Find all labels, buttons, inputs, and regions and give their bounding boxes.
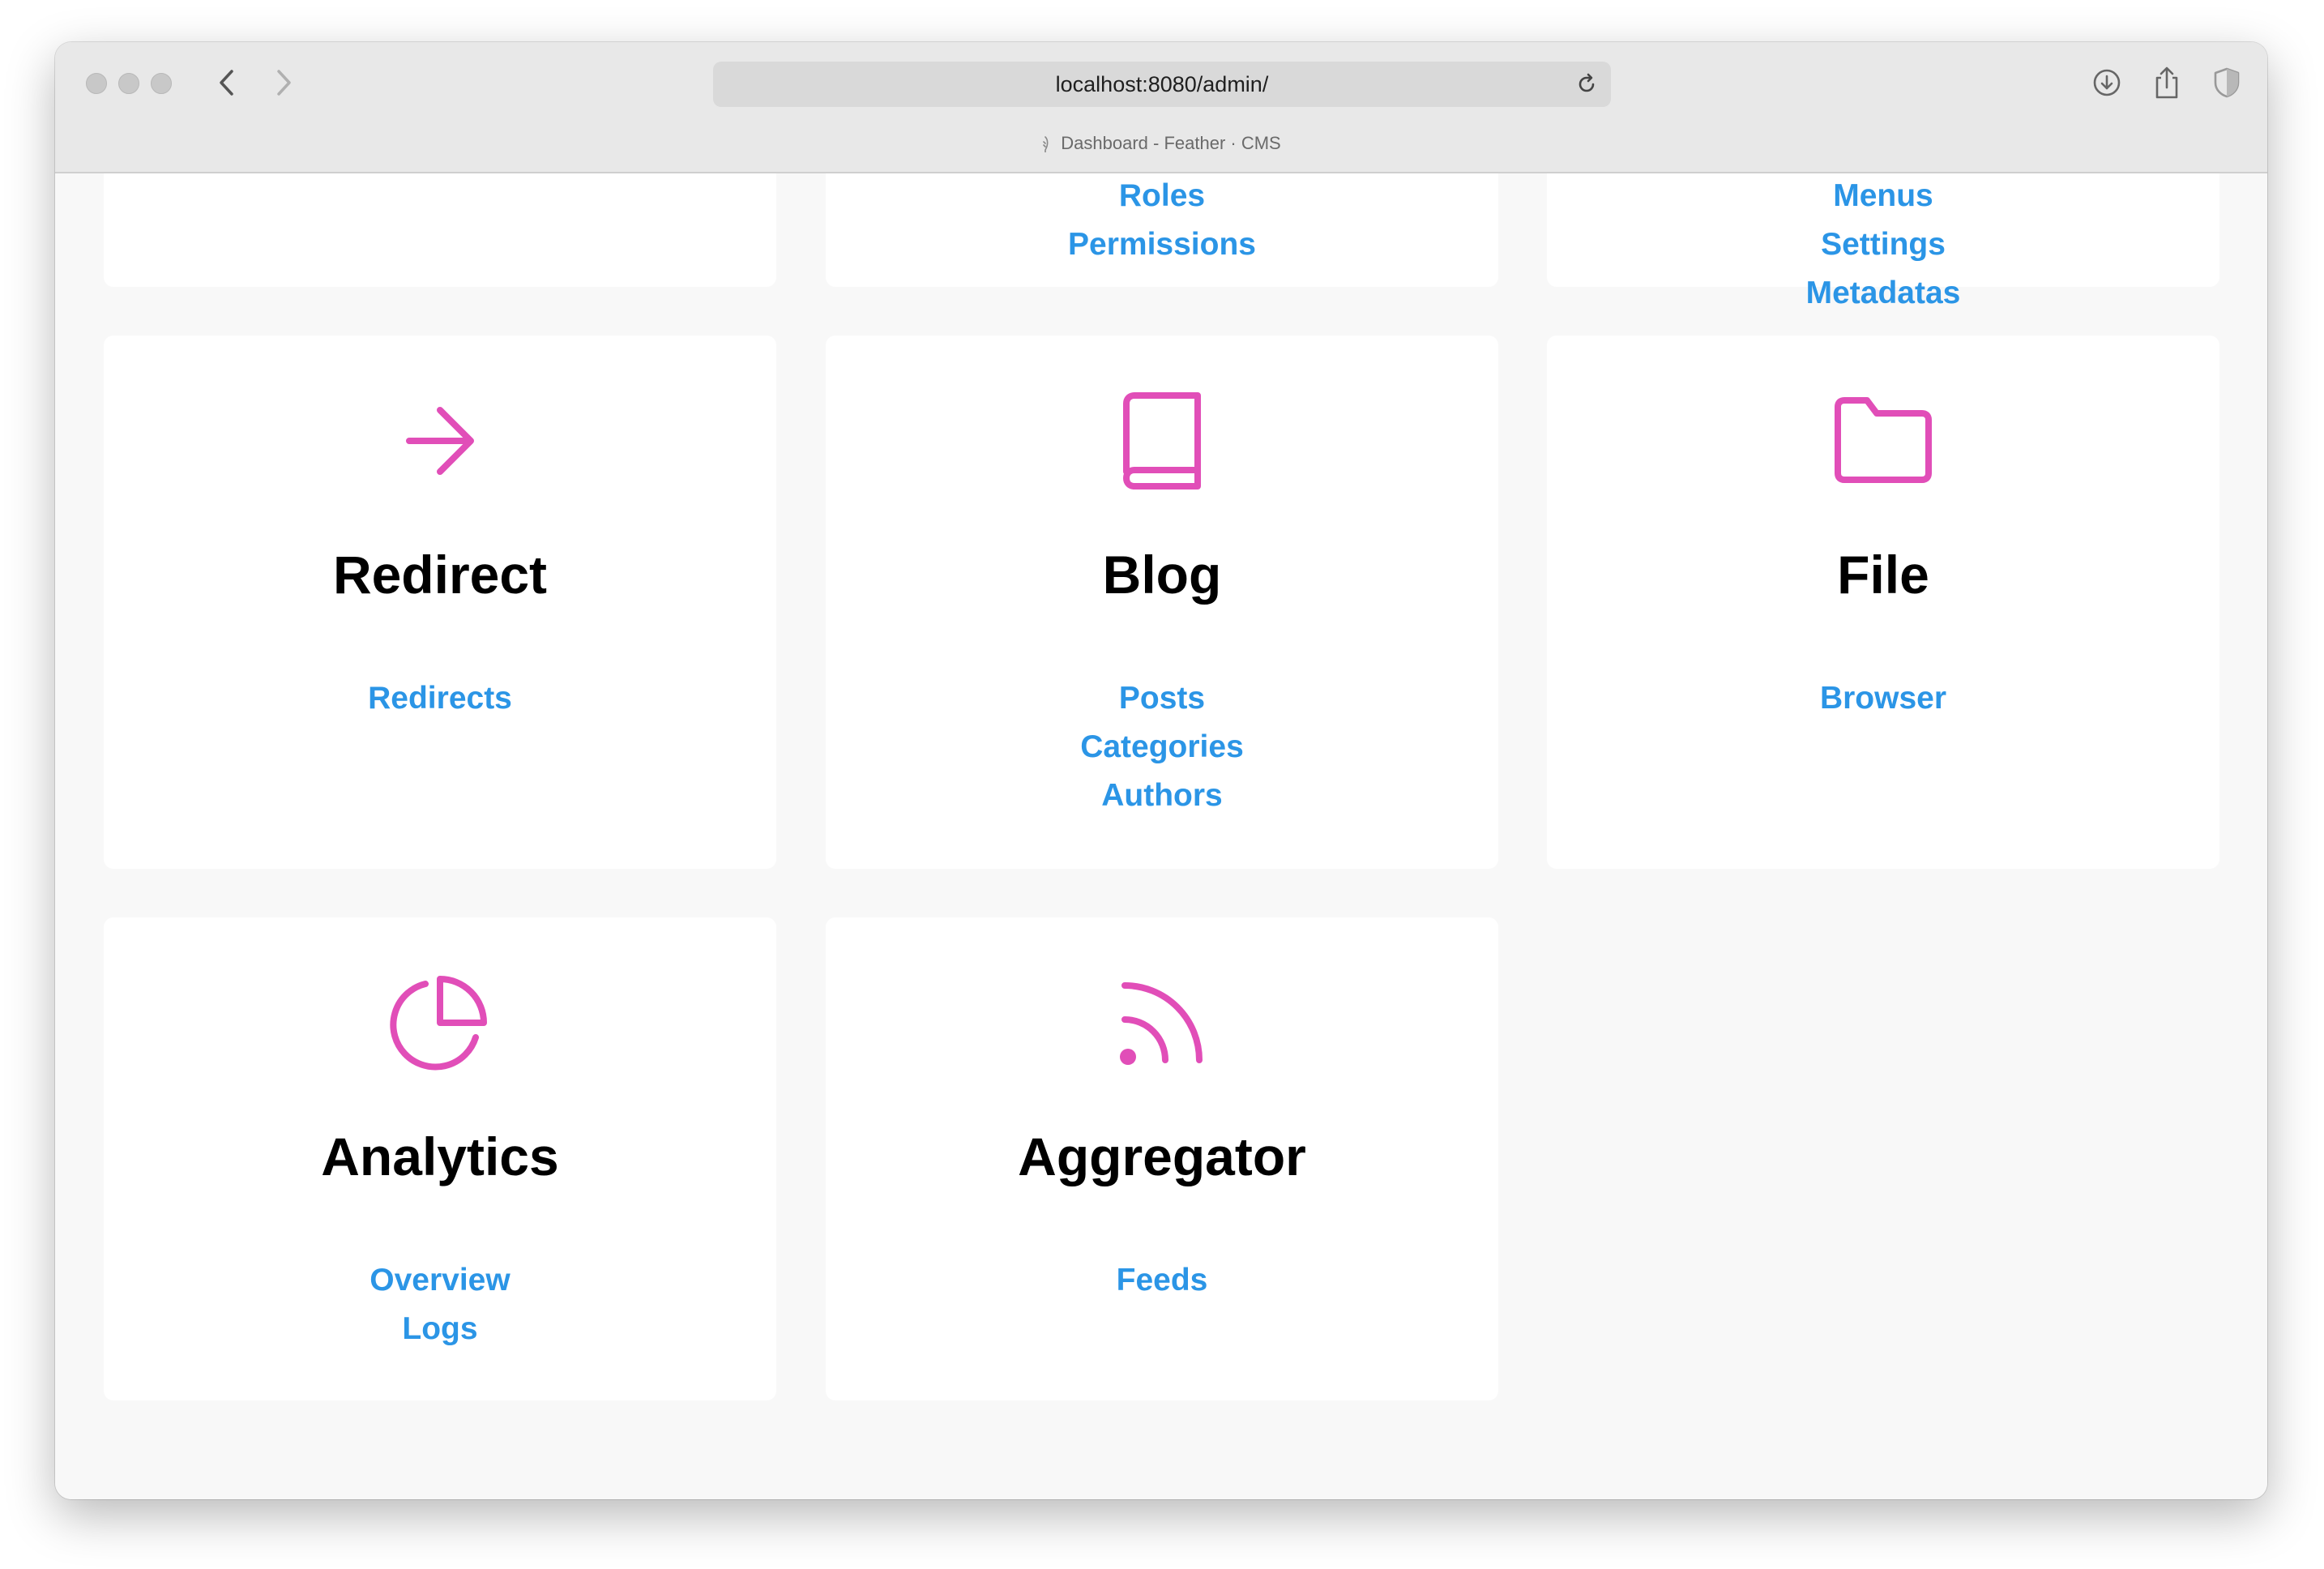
module-title: Blog [1102, 545, 1222, 605]
browser-window: localhost:8080/admin/ Dashboard - Feathe… [55, 42, 2267, 1499]
module-card-partial-2: Roles Permissions [826, 173, 1498, 287]
module-card-redirect: Redirect Redirects [104, 336, 776, 869]
module-title: Aggregator [1018, 1127, 1306, 1186]
card-links: Feeds [826, 1256, 1498, 1305]
link-metadatas[interactable]: Metadatas [1547, 269, 2219, 318]
share-button[interactable] [2149, 65, 2185, 100]
reload-icon[interactable] [1574, 71, 1600, 97]
page-content: Roles Permissions Menus Settings Metadat… [55, 173, 2267, 1499]
link-permissions[interactable]: Permissions [826, 220, 1498, 269]
module-card-file: File Browser [1547, 336, 2219, 869]
module-title: Analytics [321, 1127, 559, 1186]
back-button[interactable] [207, 63, 246, 102]
link-authors[interactable]: Authors [826, 772, 1498, 820]
card-links: Browser [1547, 674, 2219, 723]
download-icon [2093, 69, 2121, 96]
module-card-partial-3: Menus Settings Metadatas [1547, 173, 2219, 310]
link-roles[interactable]: Roles [826, 173, 1498, 220]
rss-icon [1105, 966, 1219, 1079]
tab-title[interactable]: Dashboard - Feather · CMS [55, 133, 2267, 154]
link-feeds[interactable]: Feeds [826, 1256, 1498, 1305]
card-links: Overview Logs [104, 1256, 776, 1353]
arrow-right-icon [383, 384, 497, 498]
chevron-right-icon [277, 70, 291, 96]
privacy-button[interactable] [2209, 65, 2245, 100]
close-window-button[interactable] [86, 73, 107, 94]
shield-icon [2214, 67, 2240, 98]
card-links: Roles Permissions [826, 173, 1498, 269]
module-card-analytics: Analytics Overview Logs [104, 917, 776, 1400]
folder-icon [1826, 384, 1940, 498]
zoom-window-button[interactable] [151, 73, 172, 94]
card-links: Redirects [104, 674, 776, 723]
book-icon [1105, 384, 1219, 498]
link-overview[interactable]: Overview [104, 1256, 776, 1305]
downloads-button[interactable] [2089, 65, 2125, 100]
browser-toolbar: localhost:8080/admin/ Dashboard - Feathe… [55, 42, 2267, 173]
link-settings[interactable]: Settings [1547, 220, 2219, 269]
link-browser[interactable]: Browser [1547, 674, 2219, 723]
link-categories[interactable]: Categories [826, 723, 1498, 772]
module-card-aggregator: Aggregator Feeds [826, 917, 1498, 1400]
module-title: File [1837, 545, 1929, 605]
minimize-window-button[interactable] [118, 73, 139, 94]
address-bar[interactable]: localhost:8080/admin/ [713, 62, 1611, 107]
link-logs[interactable]: Logs [104, 1305, 776, 1353]
feather-icon [1043, 136, 1049, 153]
chevron-left-icon [220, 70, 233, 96]
card-links: Posts Categories Authors [826, 674, 1498, 820]
pie-chart-icon [383, 966, 497, 1079]
link-menus[interactable]: Menus [1547, 173, 2219, 220]
card-links: Menus Settings Metadatas [1547, 173, 2219, 318]
module-card-partial-1 [104, 173, 776, 287]
link-posts[interactable]: Posts [826, 674, 1498, 723]
link-redirects[interactable]: Redirects [104, 674, 776, 723]
share-icon [2155, 66, 2178, 99]
module-card-blog: Blog Posts Categories Authors [826, 336, 1498, 869]
module-title: Redirect [332, 545, 548, 605]
forward-button[interactable] [264, 63, 303, 102]
url-text: localhost:8080/admin/ [1055, 71, 1269, 96]
tab-title-text: Dashboard - Feather · CMS [1061, 133, 1281, 153]
